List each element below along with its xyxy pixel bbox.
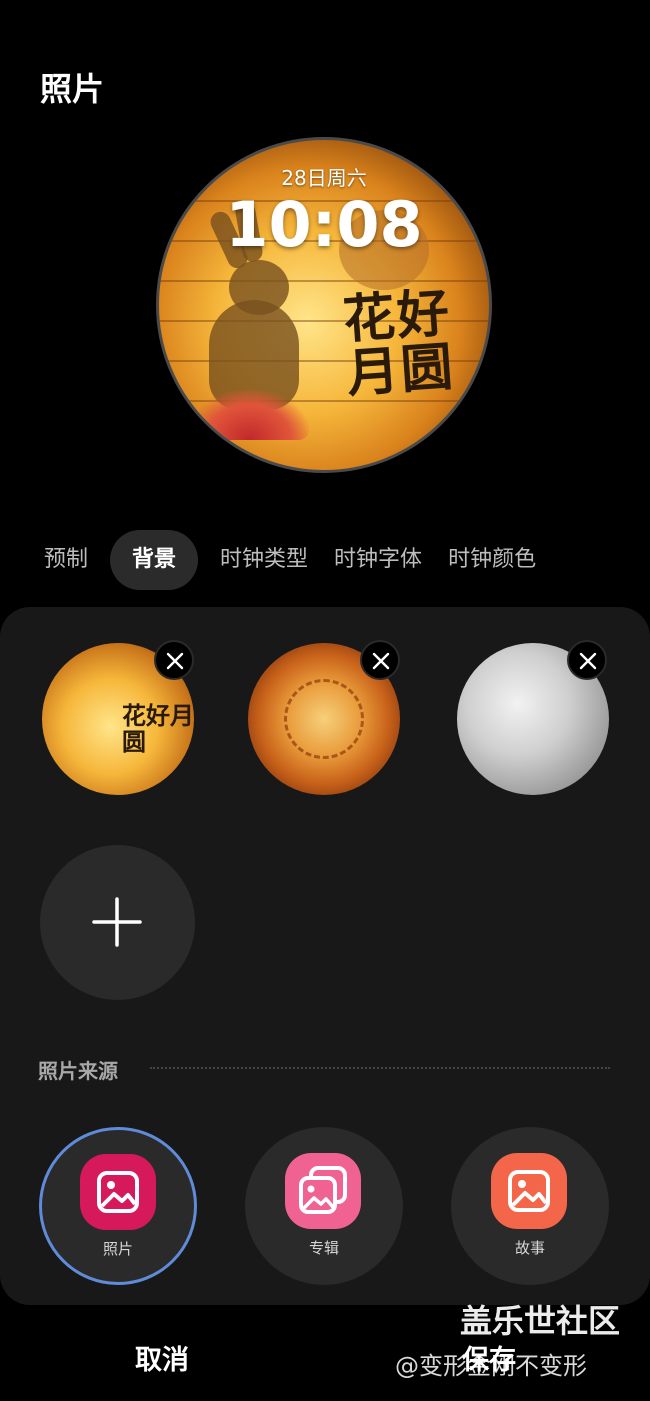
calligraphy-text: 花好月圆 [341, 283, 457, 405]
close-icon [579, 652, 597, 670]
gallery-icon [80, 1154, 156, 1230]
close-icon [372, 652, 390, 670]
photo-source-label: 照片来源 [38, 1059, 118, 1083]
remove-background-button[interactable] [154, 640, 194, 680]
add-background-button[interactable] [40, 845, 195, 1000]
tab-clock-font[interactable]: 时钟字体 [330, 530, 426, 590]
plus-icon [92, 897, 142, 947]
source-stories-button[interactable]: 故事 [451, 1127, 609, 1285]
tab-background[interactable]: 背景 [110, 530, 199, 590]
watch-date: 28日周六 [281, 166, 367, 190]
watch-time: 10:08 [225, 188, 423, 261]
divider [150, 1067, 610, 1069]
watermark-author: @变形金刚不变形 [395, 1352, 587, 1380]
tab-preset[interactable]: 预制 [40, 530, 92, 590]
background-panel: 花好月圆 照片来源 照片 专辑 故事 [0, 607, 650, 1305]
watermark-title: 盖乐世社区 [460, 1302, 621, 1340]
stories-icon [491, 1153, 567, 1229]
close-icon [166, 652, 184, 670]
page-title: 照片 [40, 70, 105, 108]
remove-background-button[interactable] [567, 640, 607, 680]
remove-background-button[interactable] [360, 640, 400, 680]
source-photos-button[interactable]: 照片 [39, 1127, 197, 1285]
tab-clock-type[interactable]: 时钟类型 [216, 530, 312, 590]
tab-bar: 预制 背景 时钟类型 时钟字体 时钟颜色 [40, 530, 558, 590]
albums-icon [285, 1153, 361, 1229]
watch-face-preview: 花好月圆 28日周六 10:08 [156, 137, 492, 473]
lotus-graphic [189, 390, 309, 440]
tab-clock-color[interactable]: 时钟颜色 [444, 530, 540, 590]
source-albums-button[interactable]: 专辑 [245, 1127, 403, 1285]
cancel-button[interactable]: 取消 [135, 1338, 189, 1377]
